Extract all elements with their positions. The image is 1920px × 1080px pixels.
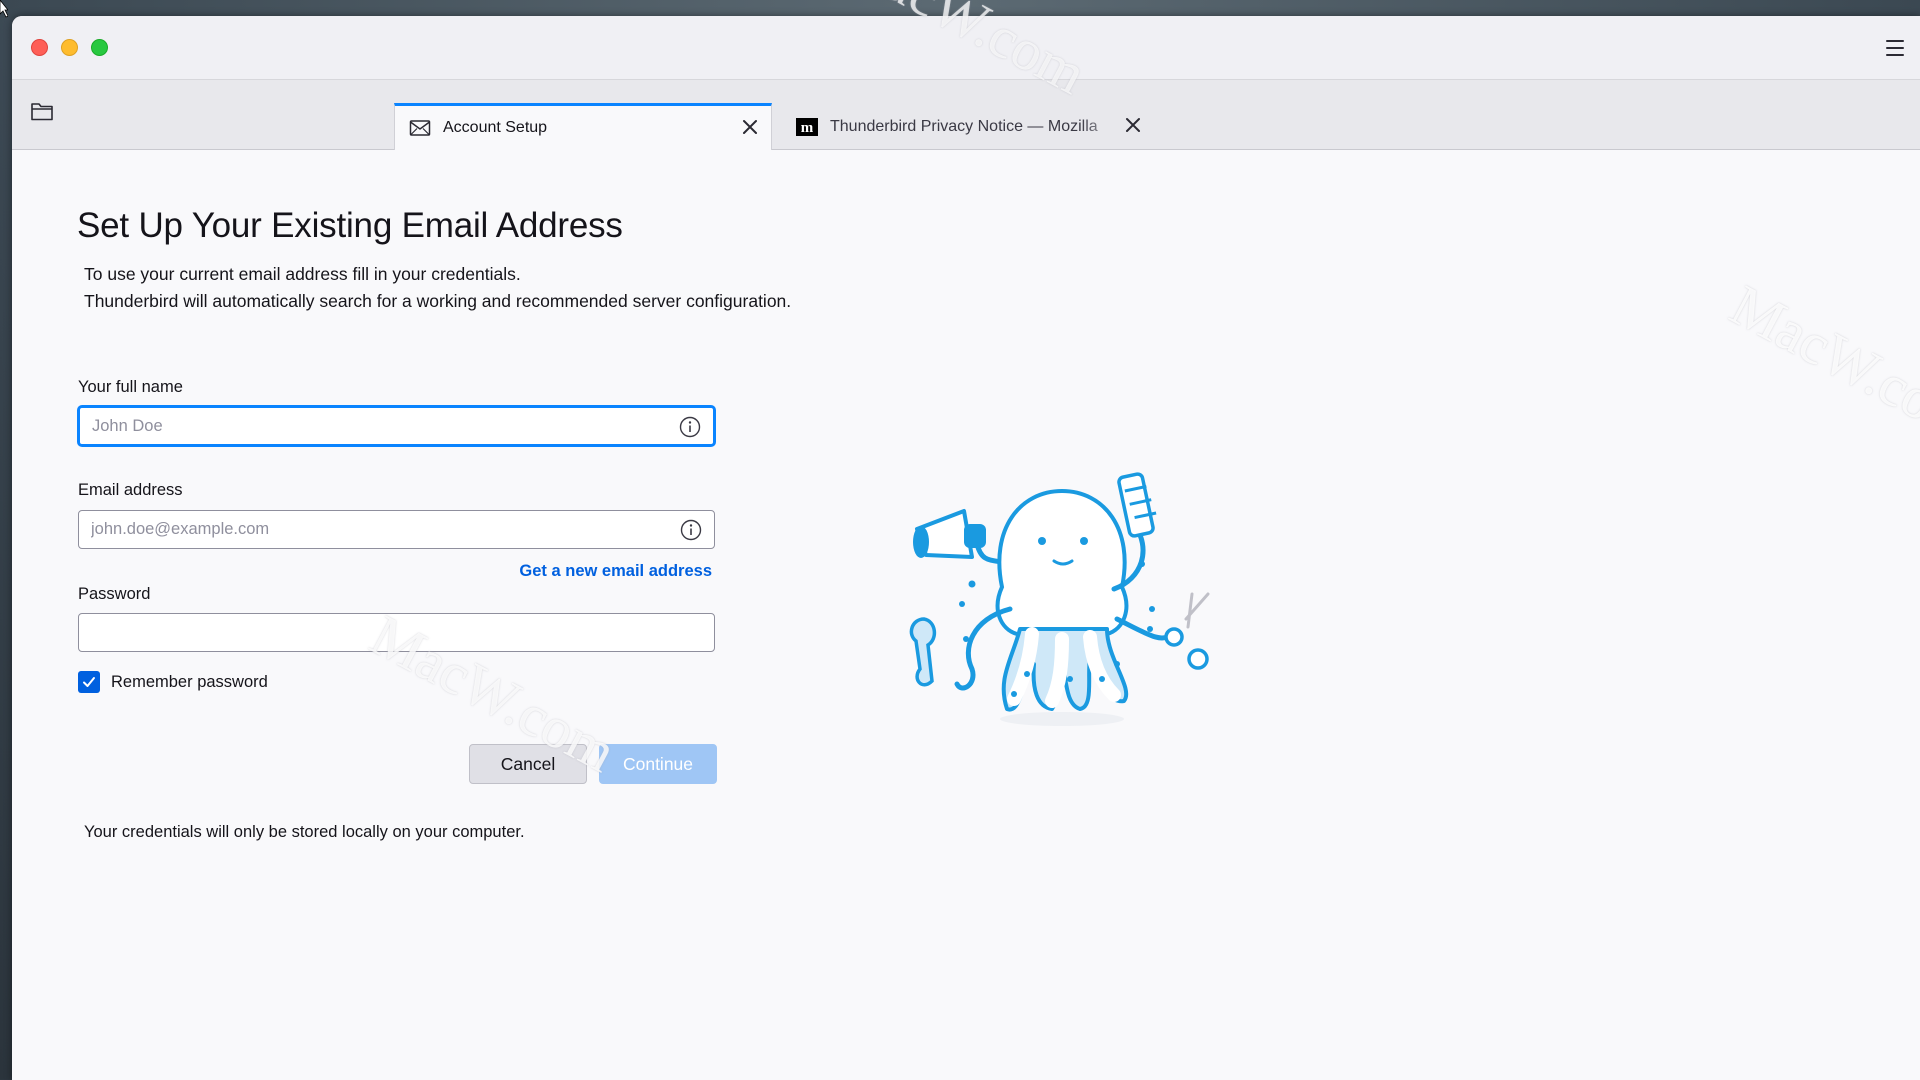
- folder-icon[interactable]: [30, 100, 54, 122]
- close-tab-icon[interactable]: [741, 118, 759, 136]
- email-label: Email address: [78, 481, 183, 499]
- tab-privacy-notice[interactable]: m Thunderbird Privacy Notice — Mozilla: [782, 104, 1152, 150]
- full-name-field[interactable]: [78, 406, 715, 446]
- title-bar: [12, 16, 1920, 80]
- remember-password-row[interactable]: Remember password: [78, 671, 268, 693]
- mouse-cursor-icon: [0, 0, 8, 18]
- full-name-input[interactable]: [92, 416, 652, 436]
- page-title: Set Up Your Existing Email Address: [77, 206, 623, 245]
- intro-text: To use your current email address fill i…: [84, 261, 791, 315]
- app-window: Account Setup m Thunderbird Privacy Noti…: [12, 16, 1920, 1080]
- close-tab-icon[interactable]: [1124, 116, 1142, 134]
- password-input[interactable]: [91, 623, 651, 642]
- tab-label: Account Setup: [443, 119, 548, 136]
- password-label: Password: [78, 585, 151, 603]
- continue-button[interactable]: Continue: [599, 744, 717, 784]
- svg-text:m: m: [801, 120, 814, 136]
- cancel-button[interactable]: Cancel: [469, 744, 587, 784]
- minimize-window-button[interactable]: [61, 39, 78, 56]
- email-input[interactable]: [91, 520, 651, 539]
- remember-password-checkbox[interactable]: [78, 671, 100, 693]
- tab-bar: Account Setup m Thunderbird Privacy Noti…: [12, 80, 1920, 150]
- close-window-button[interactable]: [31, 39, 48, 56]
- remember-password-label: Remember password: [111, 672, 268, 691]
- intro-line: To use your current email address fill i…: [84, 264, 521, 284]
- password-field[interactable]: [78, 613, 715, 652]
- mail-setup-icon: [409, 120, 431, 136]
- checkmark-icon: [83, 677, 95, 687]
- intro-line: Thunderbird will automatically search fo…: [84, 291, 792, 311]
- get-new-email-link[interactable]: Get a new email address: [512, 562, 712, 581]
- credentials-footnote: Your credentials will only be stored loc…: [84, 823, 525, 841]
- info-icon[interactable]: [679, 416, 701, 438]
- tab-account-setup[interactable]: Account Setup: [394, 103, 772, 150]
- hamburger-menu-icon[interactable]: [1884, 38, 1906, 58]
- info-icon[interactable]: [680, 519, 702, 541]
- full-name-label: Your full name: [78, 378, 183, 396]
- mozilla-m-icon: m: [796, 118, 818, 136]
- email-field[interactable]: [78, 510, 715, 549]
- account-setup-page: Set Up Your Existing Email Address To us…: [12, 151, 1920, 1080]
- zoom-window-button[interactable]: [91, 39, 108, 56]
- octopus-mascot-illustration: [909, 472, 1210, 726]
- tab-label: Thunderbird Privacy Notice — Mozilla: [830, 118, 1098, 135]
